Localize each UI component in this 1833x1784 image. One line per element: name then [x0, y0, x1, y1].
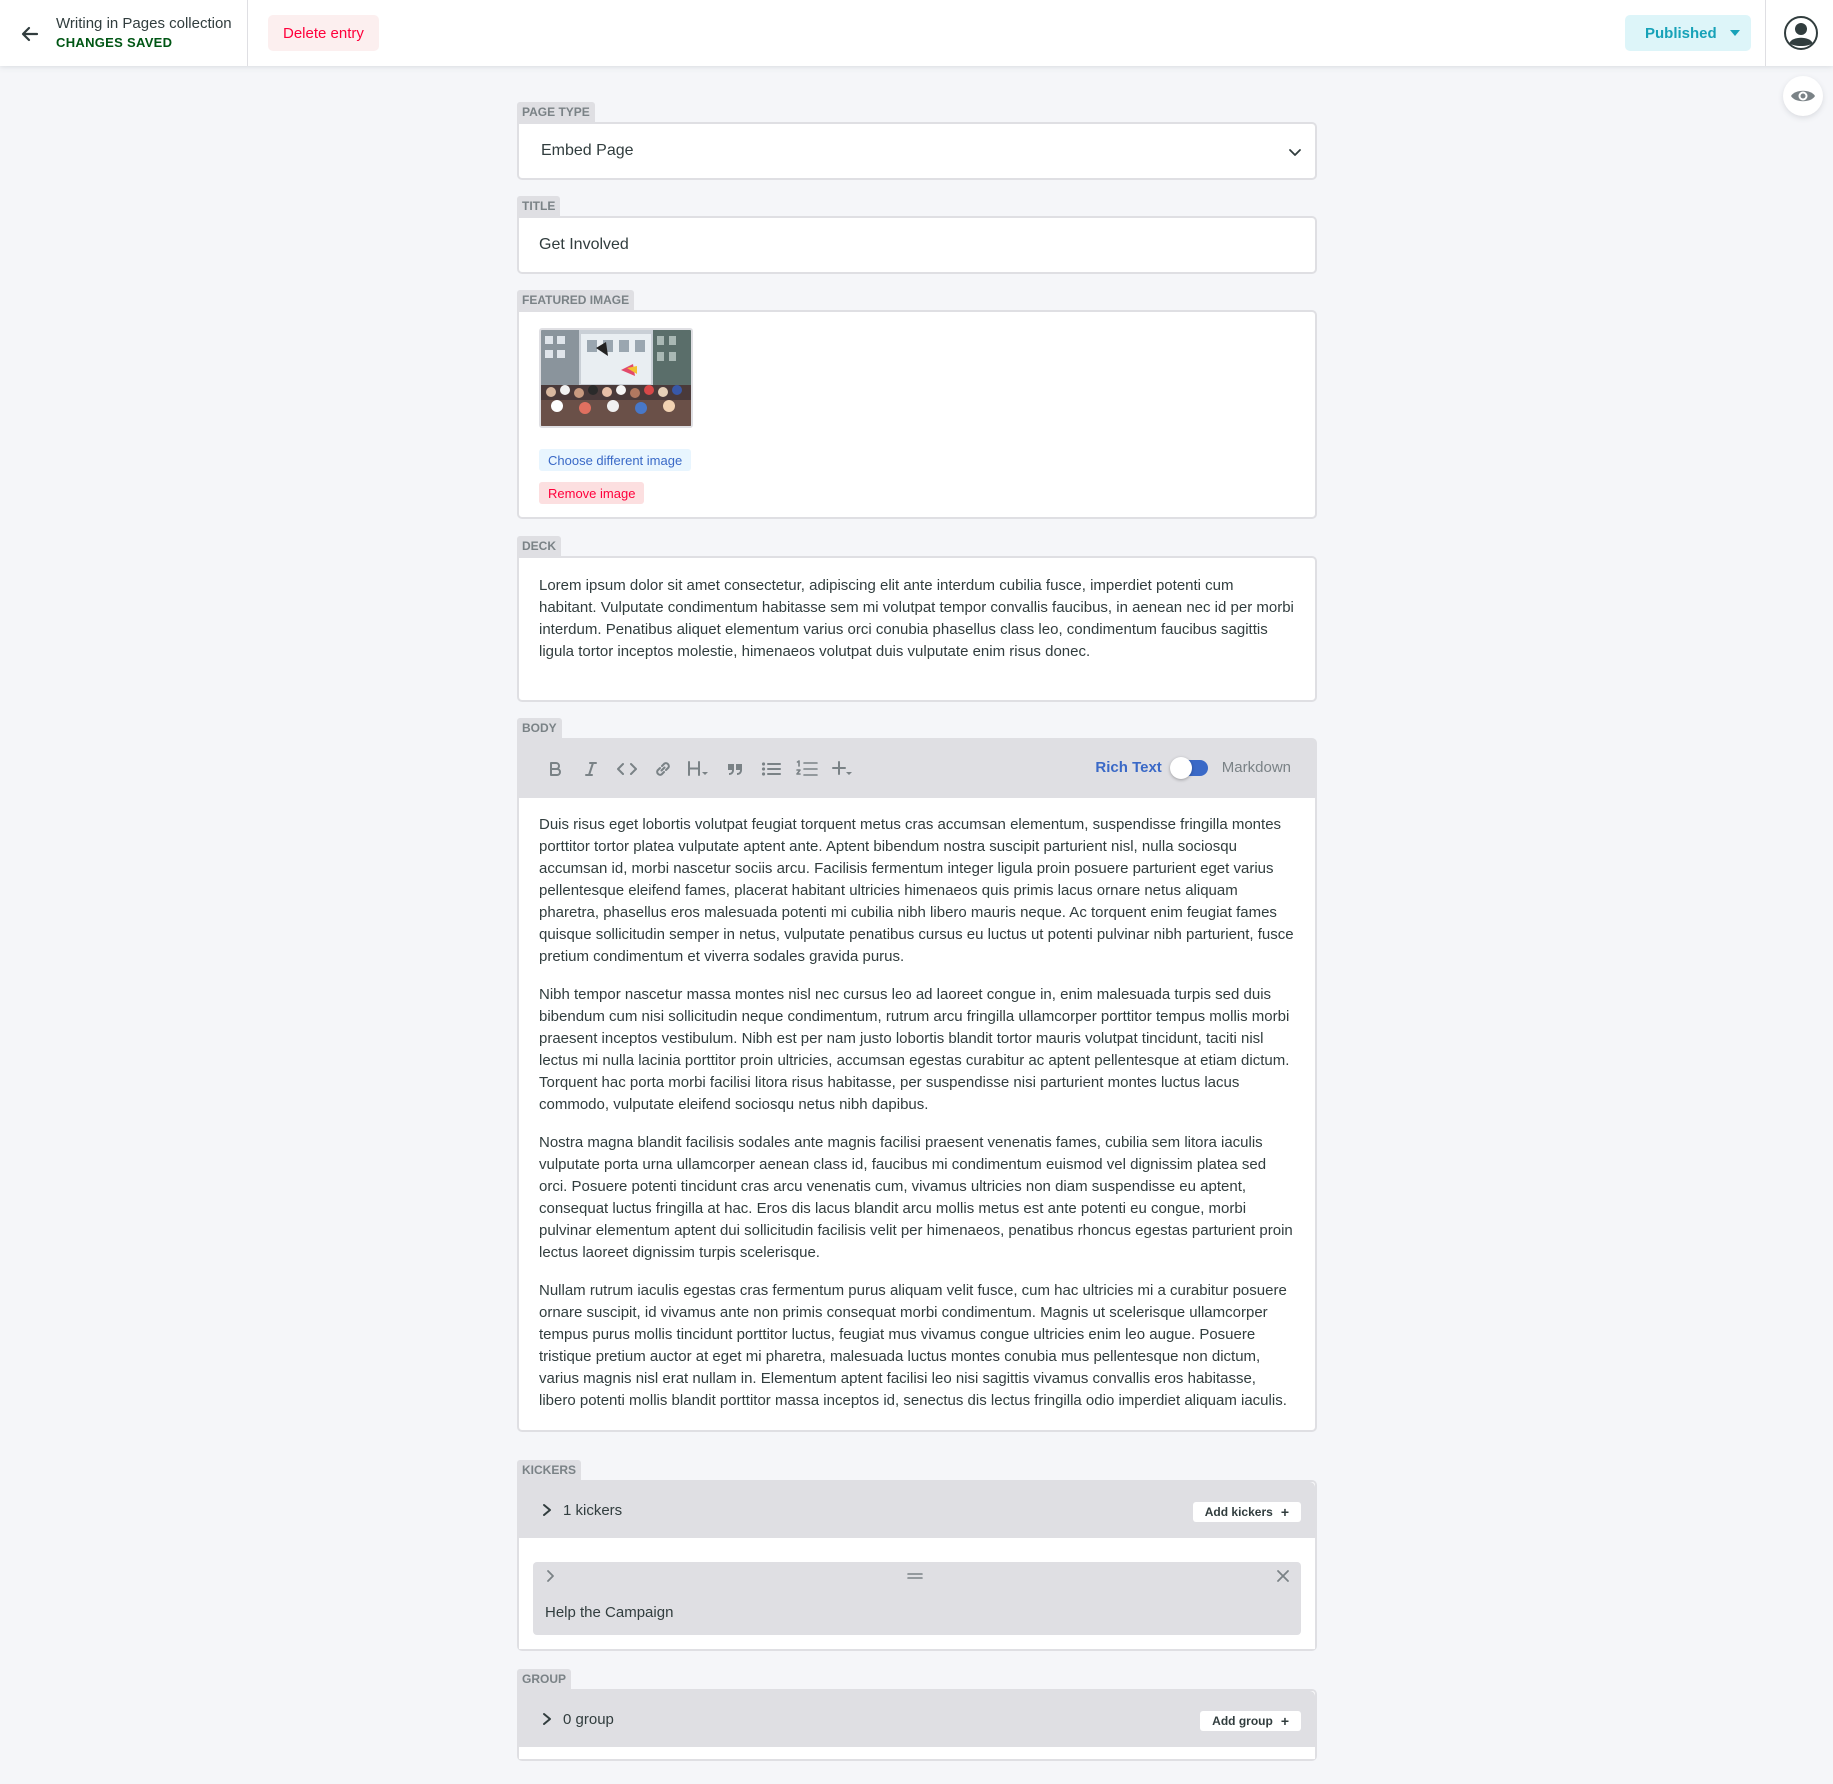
list-item: Help the Campaign [533, 1562, 1301, 1635]
chevron-down-icon [1289, 149, 1301, 156]
link-icon [656, 762, 670, 776]
field-label: BODY [517, 718, 562, 738]
kickers-list-body: Help the Campaign [519, 1538, 1315, 1649]
page-type-field: PAGE TYPE Embed Page [517, 102, 1317, 196]
add-component-button[interactable] [825, 751, 861, 787]
featured-image-widget: Choose different image Remove image [517, 310, 1317, 519]
kickers-list: 1 kickers Add kickers + Help the Campaig… [517, 1480, 1317, 1651]
link-button[interactable] [645, 751, 681, 787]
group-list-body [519, 1747, 1315, 1759]
choose-image-button[interactable]: Choose different image [539, 449, 692, 471]
entry-form: PAGE TYPE Embed Page TITLE Get Involved … [517, 102, 1317, 1761]
page-type-value: Embed Page [541, 142, 634, 159]
body-editor: Rich Text Markdown Duis risus eget lobor… [517, 738, 1317, 1432]
deck-field: DECK Lorem ipsum dolor sit amet consecte… [517, 536, 1317, 718]
group-field: GROUP 0 group Add group + [517, 1669, 1317, 1761]
group-list: 0 group Add group + [517, 1689, 1317, 1761]
field-label: DECK [517, 536, 562, 556]
plus-icon: + [1280, 1504, 1289, 1520]
chevron-right-icon [543, 1713, 551, 1725]
markdown-mode-label[interactable]: Markdown [1222, 759, 1291, 776]
divider [1765, 0, 1766, 66]
drag-handle-icon[interactable] [907, 1569, 923, 1581]
kickers-list-header: 1 kickers Add kickers + [519, 1482, 1315, 1538]
featured-image-thumbnail [539, 328, 693, 428]
heading-icon [688, 761, 708, 776]
divider [247, 0, 248, 66]
kicker-item-title: Help the Campaign [545, 1604, 674, 1621]
bold-icon [550, 762, 561, 776]
featured-image-field: FEATURED IMAGE Choose different image Re… [517, 290, 1317, 536]
add-component-icon [832, 761, 852, 775]
eye-icon [1791, 90, 1815, 102]
body-paragraph: Nullam rutrum iaculis egestas cras ferme… [539, 1282, 1287, 1409]
field-label: PAGE TYPE [517, 102, 595, 122]
collection-info: Writing in Pages collection CHANGES SAVE… [56, 15, 232, 53]
save-status: CHANGES SAVED [56, 35, 173, 50]
add-kickers-button[interactable]: Add kickers + [1192, 1502, 1301, 1522]
add-group-label: Add group [1212, 1714, 1273, 1728]
expand-group-toggle[interactable] [539, 1711, 555, 1727]
group-list-header: 0 group Add group + [519, 1691, 1315, 1747]
code-icon [617, 763, 637, 775]
close-icon [1277, 1570, 1289, 1582]
editor-mode-toggle: Rich Text Markdown [1095, 756, 1291, 779]
editor-toolbar: Writing in Pages collection CHANGES SAVE… [0, 0, 1833, 66]
field-label: KICKERS [517, 1460, 582, 1480]
bold-button[interactable] [537, 751, 573, 787]
switch-knob [1169, 756, 1192, 779]
add-kickers-label: Add kickers [1204, 1505, 1273, 1519]
quote-icon [728, 764, 742, 775]
bulleted-list-button[interactable] [753, 751, 789, 787]
field-label: TITLE [517, 196, 561, 216]
italic-icon [585, 762, 597, 776]
body-field: BODY Rich Text Markdown Duis risus eget … [517, 718, 1317, 1460]
publish-status-dropdown[interactable]: Published [1625, 15, 1751, 51]
numbered-list-icon [796, 760, 818, 776]
chevron-right-icon [547, 1570, 554, 1582]
body-rich-text-area[interactable]: Duis risus eget lobortis volutpat feugia… [519, 798, 1315, 1430]
expand-kickers-toggle[interactable] [539, 1502, 555, 1518]
chevron-right-icon [543, 1504, 551, 1516]
user-avatar-icon[interactable] [1784, 16, 1818, 50]
heading-button[interactable] [681, 751, 717, 787]
publish-status-label: Published [1645, 24, 1717, 42]
deck-textarea[interactable]: Lorem ipsum dolor sit amet consectetur, … [517, 556, 1317, 702]
field-label: GROUP [517, 1669, 572, 1689]
collection-title: Writing in Pages collection [56, 15, 232, 32]
title-field: TITLE Get Involved [517, 196, 1317, 290]
body-paragraph: Duis risus eget lobortis volutpat feugia… [539, 816, 1294, 965]
kickers-field: KICKERS 1 kickers Add kickers + Help the… [517, 1460, 1317, 1669]
delete-entry-button[interactable]: Delete entry [268, 15, 379, 51]
caret-down-icon [1730, 30, 1740, 36]
back-button[interactable] [14, 18, 46, 50]
plus-icon: + [1280, 1713, 1289, 1729]
formatting-toolbar: Rich Text Markdown [519, 740, 1315, 798]
kickers-count: 1 kickers [563, 1501, 623, 1519]
numbered-list-button[interactable] [789, 751, 825, 787]
add-group-button[interactable]: Add group + [1200, 1711, 1301, 1731]
page-type-select[interactable]: Embed Page [517, 122, 1317, 180]
code-button[interactable] [609, 751, 645, 787]
remove-image-button[interactable]: Remove image [539, 482, 645, 504]
body-paragraph: Nostra magna blandit facilisis sodales a… [539, 1134, 1293, 1261]
italic-button[interactable] [573, 751, 609, 787]
quote-button[interactable] [717, 751, 753, 787]
bulleted-list-icon [761, 762, 781, 776]
rich-text-mode-label[interactable]: Rich Text [1095, 759, 1161, 776]
arrow-left-icon [21, 26, 39, 42]
remove-item-button[interactable] [1275, 1568, 1291, 1584]
expand-item-toggle[interactable] [543, 1568, 559, 1584]
field-label: FEATURED IMAGE [517, 290, 635, 310]
preview-toggle-button[interactable] [1783, 76, 1823, 116]
group-count: 0 group [563, 1710, 614, 1728]
title-input[interactable]: Get Involved [517, 216, 1317, 274]
title-value: Get Involved [539, 236, 629, 253]
mode-switch[interactable] [1169, 756, 1208, 779]
body-paragraph: Nibh tempor nascetur massa montes nisl n… [539, 986, 1290, 1113]
